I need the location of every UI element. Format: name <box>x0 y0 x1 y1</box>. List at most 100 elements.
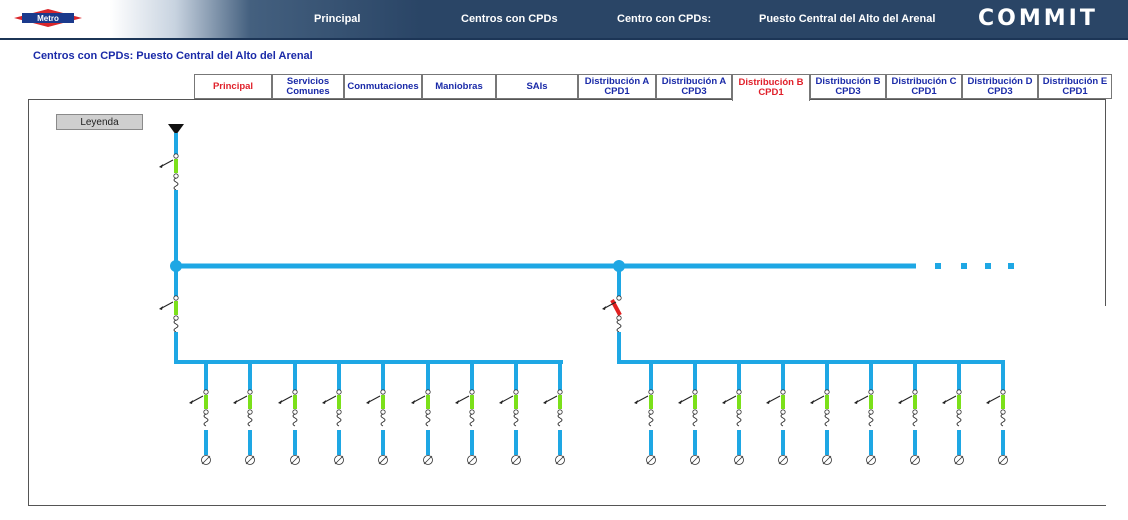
breaker-lever-arrow <box>159 306 163 310</box>
breaker-lever-arrow <box>322 400 326 404</box>
breaker-lever-arrow <box>942 400 946 404</box>
breaker-contact-top <box>868 389 874 395</box>
breaker-lever-arrow <box>233 400 237 404</box>
breaker-contact-top <box>292 389 298 395</box>
breaker-contact-bottom <box>203 409 209 415</box>
breaker-coil <box>336 413 342 427</box>
circuit-terminal-icon <box>245 455 255 465</box>
breaker-circuit[interactable] <box>411 389 431 427</box>
breaker-coil <box>912 413 918 427</box>
breaker-lever-arrow <box>159 164 163 168</box>
breaker-contact-bottom <box>173 315 179 321</box>
breaker-circuit[interactable] <box>189 389 209 427</box>
breaker-coil <box>692 413 698 427</box>
breaker-contact-top <box>692 389 698 395</box>
breaker-lever-arrow <box>854 400 858 404</box>
breaker-coil <box>173 319 179 333</box>
breaker-contact-bottom <box>956 409 962 415</box>
breaker-contact-bottom <box>292 409 298 415</box>
breaker-circuit[interactable] <box>854 389 874 427</box>
breaker-general[interactable] <box>159 153 179 191</box>
circuit-terminal-icon <box>423 455 433 465</box>
breaker-circuit[interactable] <box>942 389 962 427</box>
circuit-terminal-icon <box>866 455 876 465</box>
breaker-contact-bottom <box>616 315 622 321</box>
circuit-terminal-icon <box>954 455 964 465</box>
circuit-terminal-icon <box>822 455 832 465</box>
breaker-contact-bottom <box>425 409 431 415</box>
breaker-circuit[interactable] <box>722 389 742 427</box>
breaker-lever-arrow <box>722 400 726 404</box>
breaker-coil <box>247 413 253 427</box>
breaker-contact-top <box>380 389 386 395</box>
breaker-circuit[interactable] <box>678 389 698 427</box>
breaker-contact-bottom <box>868 409 874 415</box>
breaker-coil <box>469 413 475 427</box>
breaker-contact-bottom <box>692 409 698 415</box>
circuit-terminal-icon <box>334 455 344 465</box>
breaker-contact-top <box>557 389 563 395</box>
breaker-contact-bottom <box>780 409 786 415</box>
breaker-circuit[interactable] <box>634 389 654 427</box>
breaker-contact-bottom <box>173 173 179 179</box>
breaker-contact-bottom <box>247 409 253 415</box>
breaker-circuit[interactable] <box>810 389 830 427</box>
breaker-contact-bottom <box>736 409 742 415</box>
breaker-contact-top <box>336 389 342 395</box>
breaker-circuit[interactable] <box>898 389 918 427</box>
breaker-contact-top <box>648 389 654 395</box>
circuit-terminal-icon <box>555 455 565 465</box>
breaker-coil <box>380 413 386 427</box>
breaker-coil <box>203 413 209 427</box>
breaker-lever-arrow <box>411 400 415 404</box>
breaker-lever-arrow <box>366 400 370 404</box>
breaker-contact-bottom <box>557 409 563 415</box>
circuit-terminal-icon <box>998 455 1008 465</box>
breaker-lever-arrow <box>455 400 459 404</box>
breaker-contact-top <box>1000 389 1006 395</box>
breaker-contact-top <box>173 153 179 159</box>
breaker-contact-bottom <box>469 409 475 415</box>
breaker-contact-top <box>203 389 209 395</box>
breaker-coil <box>557 413 563 427</box>
breaker-lever-arrow <box>986 400 990 404</box>
breaker-coil <box>956 413 962 427</box>
breaker-contact-top <box>247 389 253 395</box>
breaker-contact-top <box>736 389 742 395</box>
breaker-coil <box>648 413 654 427</box>
breaker-contact-bottom <box>648 409 654 415</box>
breaker-coil <box>292 413 298 427</box>
breaker-lever-arrow <box>189 400 193 404</box>
breaker-lever-arrow <box>898 400 902 404</box>
breaker-circuit[interactable] <box>499 389 519 427</box>
breaker-lever-arrow <box>499 400 503 404</box>
bus-continuation-dot <box>961 263 967 269</box>
breaker-circuit[interactable] <box>233 389 253 427</box>
bus-continuation-dot <box>1008 263 1014 269</box>
circuit-terminal-icon <box>378 455 388 465</box>
breaker-coil <box>173 177 179 191</box>
circuit-terminal-icon <box>690 455 700 465</box>
breaker-parcial-01[interactable] <box>159 295 179 333</box>
breaker-circuit[interactable] <box>322 389 342 427</box>
tab-distribución-b-cpd1[interactable]: Distribución B CPD1 <box>732 74 810 101</box>
circuit-terminal-icon <box>511 455 521 465</box>
breaker-contact-bottom <box>912 409 918 415</box>
breaker-lever-arrow <box>602 306 606 310</box>
breaker-circuit[interactable] <box>543 389 563 427</box>
breaker-parcial-02[interactable] <box>602 295 622 333</box>
breaker-circuit[interactable] <box>366 389 386 427</box>
breaker-coil <box>616 319 622 333</box>
breaker-circuit[interactable] <box>455 389 475 427</box>
breaker-circuit[interactable] <box>986 389 1006 427</box>
breaker-contact-top <box>513 389 519 395</box>
breaker-circuit[interactable] <box>278 389 298 427</box>
circuit-terminal-icon <box>467 455 477 465</box>
breaker-coil <box>868 413 874 427</box>
circuit-terminal-icon <box>734 455 744 465</box>
breaker-coil <box>1000 413 1006 427</box>
breaker-circuit[interactable] <box>766 389 786 427</box>
breaker-coil <box>824 413 830 427</box>
breaker-contact-top <box>956 389 962 395</box>
bus-continuation-dot <box>985 263 991 269</box>
